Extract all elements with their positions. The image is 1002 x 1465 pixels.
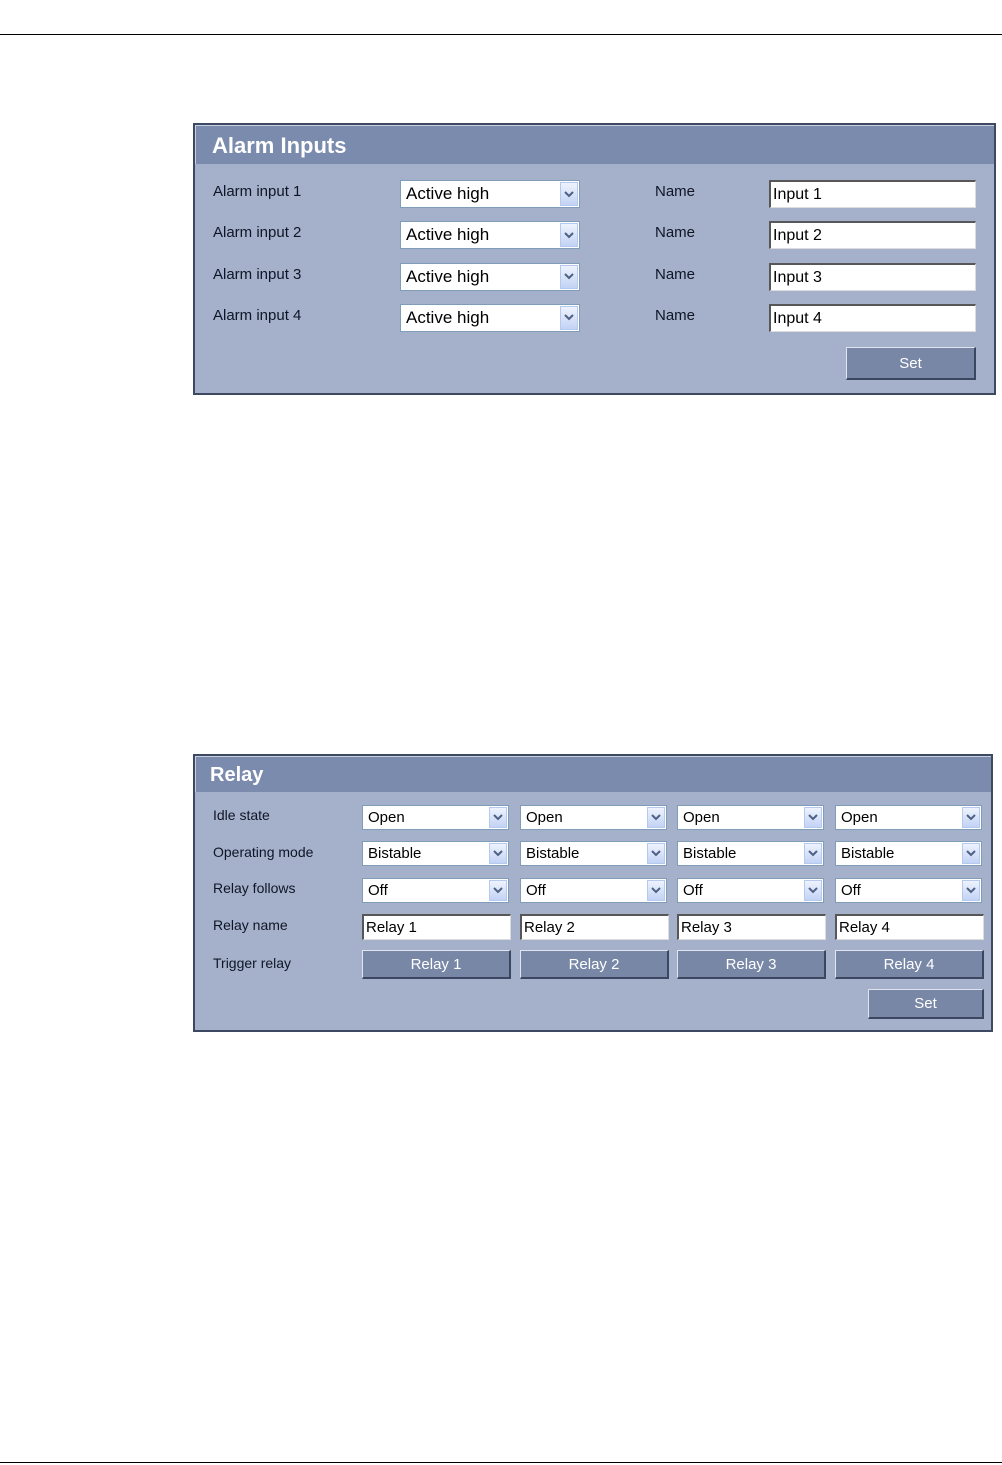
chevron-down-icon[interactable] xyxy=(647,880,665,901)
chevron-down-icon[interactable] xyxy=(560,264,578,289)
chevron-down-icon[interactable] xyxy=(489,843,507,864)
alarm-name-label: Name xyxy=(655,306,696,324)
idle-state-select[interactable]: Open xyxy=(835,805,982,830)
relay-follows-select-value: Off xyxy=(526,882,546,899)
alarm-name-label: Name xyxy=(655,224,696,242)
relay-name-field[interactable]: Relay 4 xyxy=(835,914,984,940)
idle-state-select-value: Open xyxy=(526,809,563,826)
idle-state-select[interactable]: Open xyxy=(362,805,509,830)
trigger-relay-button[interactable]: Relay 1 xyxy=(362,950,511,979)
chevron-down-icon[interactable] xyxy=(804,807,822,828)
operating-mode-select-value: Bistable xyxy=(683,845,737,862)
alarm-input-state-select[interactable]: Active high xyxy=(400,303,580,332)
alarm-input-state-select-value: Active high xyxy=(406,266,490,286)
relay-panel: Relay Idle state Operating mode Relay fo… xyxy=(193,754,993,1032)
alarm-inputs-panel: Alarm Inputs Alarm input 1 Active high Nam… xyxy=(193,123,996,395)
idle-state-select-value: Open xyxy=(841,809,878,826)
alarm-input-state-select[interactable]: Active high xyxy=(400,262,580,291)
alarm-input-state-select-value: Active high xyxy=(406,307,490,327)
alarm-input-name-field[interactable]: Input 4 xyxy=(769,303,976,332)
alarm-input-label: Alarm input 4 xyxy=(213,306,302,324)
relay-follows-select[interactable]: Off xyxy=(677,878,824,903)
chevron-down-icon[interactable] xyxy=(804,880,822,901)
idle-state-select-value: Open xyxy=(683,809,720,826)
idle-state-select[interactable]: Open xyxy=(677,805,824,830)
relay-follows-select-value: Off xyxy=(368,882,388,899)
chevron-down-icon[interactable] xyxy=(560,182,578,206)
chevron-down-icon[interactable] xyxy=(560,305,578,330)
operating-mode-select[interactable]: Bistable xyxy=(362,841,509,866)
chevron-down-icon[interactable] xyxy=(647,807,665,828)
operating-mode-select-value: Bistable xyxy=(368,845,422,862)
operating-mode-select[interactable]: Bistable xyxy=(520,841,667,866)
chevron-down-icon[interactable] xyxy=(489,880,507,901)
chevron-down-icon[interactable] xyxy=(962,843,980,864)
alarm-name-label: Name xyxy=(655,265,696,283)
relay-follows-select-value: Off xyxy=(683,882,703,899)
alarm-input-state-select[interactable]: Active high xyxy=(400,221,580,250)
trigger-relay-button[interactable]: Relay 4 xyxy=(835,950,984,979)
operating-mode-select-value: Bistable xyxy=(841,845,895,862)
alarm-input-name-field[interactable]: Input 1 xyxy=(769,180,976,208)
trigger-relay-button[interactable]: Relay 2 xyxy=(520,950,669,979)
operating-mode-select[interactable]: Bistable xyxy=(677,841,824,866)
idle-state-select-value: Open xyxy=(368,809,405,826)
chevron-down-icon[interactable] xyxy=(962,880,980,901)
chevron-down-icon[interactable] xyxy=(804,843,822,864)
relay-follows-select[interactable]: Off xyxy=(835,878,982,903)
idle-state-select[interactable]: Open xyxy=(520,805,667,830)
relay-name-field[interactable]: Relay 2 xyxy=(520,914,669,940)
relay-set-button[interactable]: Set xyxy=(868,989,984,1019)
operating-mode-select-value: Bistable xyxy=(526,845,580,862)
trigger-relay-button[interactable]: Relay 3 xyxy=(677,950,826,979)
alarm-inputs-title: Alarm Inputs xyxy=(195,125,994,164)
chevron-down-icon[interactable] xyxy=(962,807,980,828)
trigger-relay-label: Trigger relay xyxy=(213,955,292,971)
relay-follows-select[interactable]: Off xyxy=(520,878,667,903)
alarm-input-label: Alarm input 1 xyxy=(213,183,302,200)
relay-follows-select-value: Off xyxy=(841,882,861,899)
alarm-input-state-select-value: Active high xyxy=(406,225,490,245)
operating-mode-label: Operating mode xyxy=(213,844,314,860)
alarm-input-label: Alarm input 2 xyxy=(213,224,302,242)
relay-title: Relay xyxy=(195,756,991,792)
chevron-down-icon[interactable] xyxy=(647,843,665,864)
relay-name-label: Relay name xyxy=(213,917,288,933)
alarm-input-name-field[interactable]: Input 2 xyxy=(769,221,976,250)
footer-rule xyxy=(0,1462,1002,1463)
idle-state-label: Idle state xyxy=(213,807,270,823)
relay-follows-select[interactable]: Off xyxy=(362,878,509,903)
alarm-name-label: Name xyxy=(655,183,696,200)
chevron-down-icon[interactable] xyxy=(489,807,507,828)
relay-name-field[interactable]: Relay 3 xyxy=(677,914,826,940)
header-rule xyxy=(0,34,1002,35)
alarm-input-label: Alarm input 3 xyxy=(213,265,302,283)
relay-follows-label: Relay follows xyxy=(213,880,296,896)
relay-name-field[interactable]: Relay 1 xyxy=(362,914,511,940)
operating-mode-select[interactable]: Bistable xyxy=(835,841,982,866)
alarm-input-state-select-value: Active high xyxy=(406,184,490,203)
alarm-inputs-set-button[interactable]: Set xyxy=(846,347,976,380)
alarm-input-name-field[interactable]: Input 3 xyxy=(769,262,976,291)
alarm-input-state-select[interactable]: Active high xyxy=(400,180,580,208)
chevron-down-icon[interactable] xyxy=(560,223,578,248)
